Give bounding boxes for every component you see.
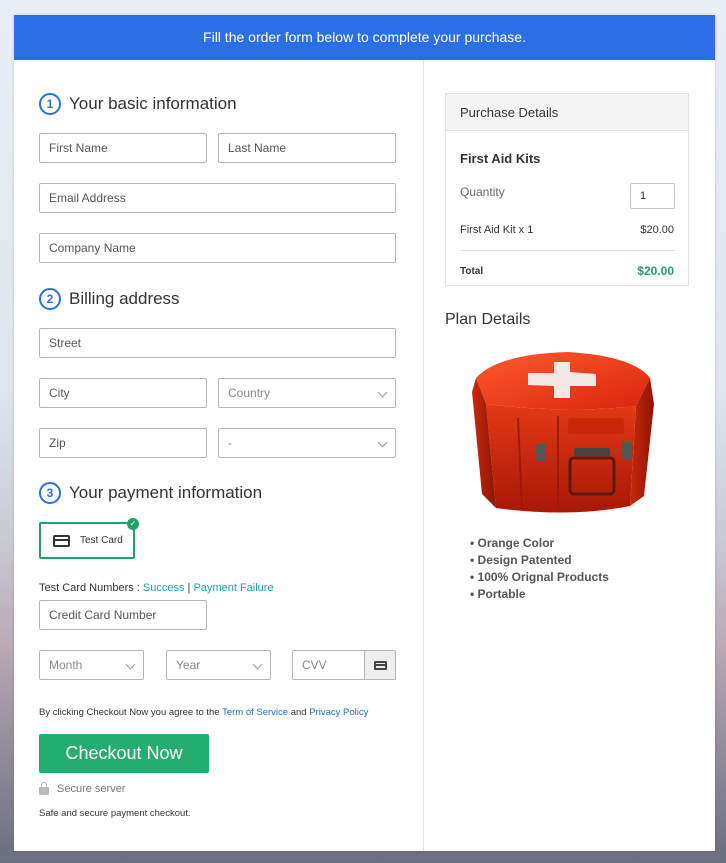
country-select[interactable]: Country [218,378,396,408]
test-card-numbers: Test Card Numbers : Success | Payment Fa… [39,582,274,594]
month-select[interactable]: Month [39,650,144,680]
section-title: Your basic information [69,94,237,113]
card-icon [53,534,70,547]
year-select-label: Year [176,658,201,672]
agree-and: and [288,707,310,718]
total-separator [460,250,675,251]
line-item-price: $20.00 [640,224,674,236]
product-name: First Aid Kits [460,151,541,166]
total-label: Total [460,266,484,277]
purchase-details-box: Purchase Details First Aid Kits Quantity… [445,93,689,286]
section-title: Billing address [69,289,180,308]
plan-features-list: Orange Color Design Patented 100% Origna… [470,535,609,603]
year-select[interactable]: Year [166,650,271,680]
street-input[interactable]: Street [39,328,396,358]
email-input[interactable]: Email Address [39,183,396,213]
cvv-placeholder: CVV [302,658,327,672]
city-input[interactable]: City [39,378,207,408]
company-input[interactable]: Company Name [39,233,396,263]
first-name-input[interactable]: First Name [39,133,207,163]
checkout-page: Fill the order form below to complete yo… [14,15,715,851]
secure-server: Secure server [39,781,126,795]
check-icon: ✓ [127,518,139,530]
section-payment: 3 Your payment information [39,482,262,504]
chevron-down-icon [252,659,263,670]
feature-item: Design Patented [470,552,609,569]
section-billing: 2 Billing address [39,288,180,310]
plan-details-title: Plan Details [445,311,531,328]
step-number: 1 [39,93,61,115]
test-card-label: Test Card [80,535,123,546]
card-number-input[interactable]: Credit Card Number [39,600,207,630]
quantity-input[interactable]: 1 [630,183,675,209]
state-select[interactable]: - [218,428,396,458]
zip-input[interactable]: Zip [39,428,207,458]
chevron-down-icon [377,437,388,448]
cvv-card-icon [364,651,395,679]
feature-item: 100% Orignal Products [470,569,609,586]
chevron-down-icon [125,659,136,670]
step-number: 3 [39,482,61,504]
page-banner: Fill the order form below to complete yo… [14,15,715,60]
purchase-details-header: Purchase Details [446,94,688,131]
country-select-label: Country [228,386,271,400]
line-item-label: First Aid Kit x 1 [460,224,534,236]
success-link[interactable]: Success [143,582,185,594]
terms-link[interactable]: Term of Service [222,707,288,718]
privacy-link[interactable]: Privacy Policy [309,707,368,718]
cvv-input[interactable]: CVV [292,650,396,680]
secure-label: Secure server [57,783,126,795]
chevron-down-icon [377,387,388,398]
step-number: 2 [39,288,61,310]
section-title: Your payment information [69,483,263,502]
feature-item: Portable [470,586,609,603]
test-numbers-label: Test Card Numbers : [39,582,143,594]
terms-agreement: By clicking Checkout Now you agree to th… [39,707,368,718]
test-card-option[interactable]: Test Card ✓ [39,518,139,559]
section-basic-info: 1 Your basic information [39,93,237,115]
agree-prefix: By clicking Checkout Now you agree to th… [39,707,223,718]
lock-icon [39,781,49,795]
month-select-label: Month [49,658,83,672]
first-aid-kit-image [472,352,654,513]
feature-item: Orange Color [470,535,609,552]
column-divider [423,60,424,851]
state-select-label: - [228,436,232,450]
safe-checkout-text: Safe and secure payment checkout. [39,808,191,819]
total-value: $20.00 [637,264,674,278]
quantity-label: Quantity [460,185,505,199]
payment-failure-link[interactable]: Payment Failure [193,582,273,594]
checkout-button[interactable]: Checkout Now [39,734,209,773]
last-name-input[interactable]: Last Name [218,133,396,163]
